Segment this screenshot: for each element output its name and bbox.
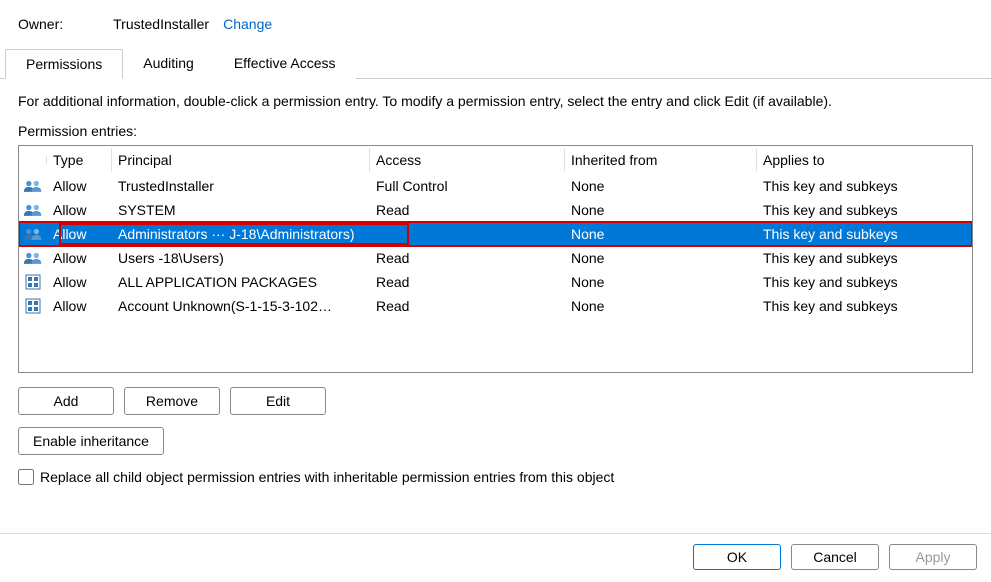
row-type: Allow xyxy=(47,272,112,292)
row-inherited: None xyxy=(565,296,757,316)
col-icon[interactable] xyxy=(19,156,47,164)
replace-child-label: Replace all child object permission entr… xyxy=(40,469,614,485)
change-owner-link[interactable]: Change xyxy=(223,16,272,32)
col-inherited[interactable]: Inherited from xyxy=(565,148,757,172)
row-access xyxy=(370,232,565,236)
col-access[interactable]: Access xyxy=(370,148,565,172)
owner-label: Owner: xyxy=(18,16,63,32)
row-icon xyxy=(19,250,47,266)
tab-effective-access[interactable]: Effective Access xyxy=(214,49,356,79)
row-principal: ALL APPLICATION PACKAGES xyxy=(112,272,370,292)
row-access: Full Control xyxy=(370,176,565,196)
row-type: Allow xyxy=(47,248,112,268)
row-applies: This key and subkeys xyxy=(757,224,972,244)
row-access: Read xyxy=(370,296,565,316)
table-row[interactable]: AllowUsers -18\Users)ReadNoneThis key an… xyxy=(19,246,972,270)
row-type: Allow xyxy=(47,224,112,244)
apply-button[interactable]: Apply xyxy=(889,544,977,570)
users-icon xyxy=(23,202,43,218)
add-button[interactable]: Add xyxy=(18,387,114,415)
cancel-button[interactable]: Cancel xyxy=(791,544,879,570)
row-inherited: None xyxy=(565,248,757,268)
row-principal: Account Unknown(S-1-15-3-102… xyxy=(112,296,370,316)
row-inherited: None xyxy=(565,200,757,220)
row-icon xyxy=(19,298,47,314)
row-applies: This key and subkeys xyxy=(757,176,972,196)
tab-auditing[interactable]: Auditing xyxy=(123,49,214,79)
table-row[interactable]: AllowALL APPLICATION PACKAGESReadNoneThi… xyxy=(19,270,972,294)
users-icon xyxy=(23,178,43,194)
table-row[interactable]: AllowSYSTEMReadNoneThis key and subkeys xyxy=(19,198,972,222)
ok-button[interactable]: OK xyxy=(693,544,781,570)
row-principal: Users -18\Users) xyxy=(112,248,370,268)
row-inherited: None xyxy=(565,272,757,292)
row-applies: This key and subkeys xyxy=(757,248,972,268)
entries-label: Permission entries: xyxy=(18,123,973,139)
col-principal[interactable]: Principal xyxy=(112,148,370,172)
row-icon xyxy=(19,178,47,194)
users-icon xyxy=(23,226,43,242)
row-icon xyxy=(19,274,47,290)
users-icon xyxy=(23,250,43,266)
grid-icon xyxy=(23,298,43,314)
tab-permissions[interactable]: Permissions xyxy=(5,49,123,79)
row-access: Read xyxy=(370,200,565,220)
row-icon xyxy=(19,202,47,218)
row-inherited: None xyxy=(565,176,757,196)
row-type: Allow xyxy=(47,200,112,220)
row-principal: SYSTEM xyxy=(112,200,370,220)
row-access: Read xyxy=(370,272,565,292)
row-type: Allow xyxy=(47,296,112,316)
row-type: Allow xyxy=(47,176,112,196)
owner-value: TrustedInstaller xyxy=(113,16,209,32)
row-principal: TrustedInstaller xyxy=(112,176,370,196)
grid-header: Type Principal Access Inherited from App… xyxy=(19,146,972,174)
row-icon xyxy=(19,226,47,242)
instructions-text: For additional information, double-click… xyxy=(18,93,973,109)
permission-entries-grid[interactable]: Type Principal Access Inherited from App… xyxy=(18,145,973,373)
row-applies: This key and subkeys xyxy=(757,296,972,316)
col-applies[interactable]: Applies to xyxy=(757,148,972,172)
enable-inheritance-button[interactable]: Enable inheritance xyxy=(18,427,164,455)
row-principal: Administrators ··· J-18\Administrators) xyxy=(112,224,370,244)
table-row[interactable]: AllowAdministrators ··· J-18\Administrat… xyxy=(19,222,972,246)
row-inherited: None xyxy=(565,224,757,244)
row-access: Read xyxy=(370,248,565,268)
edit-button[interactable]: Edit xyxy=(230,387,326,415)
row-applies: This key and subkeys xyxy=(757,200,972,220)
row-applies: This key and subkeys xyxy=(757,272,972,292)
table-row[interactable]: AllowTrustedInstallerFull ControlNoneThi… xyxy=(19,174,972,198)
col-type[interactable]: Type xyxy=(47,148,112,172)
table-row[interactable]: AllowAccount Unknown(S-1-15-3-102…ReadNo… xyxy=(19,294,972,318)
grid-icon xyxy=(23,274,43,290)
replace-child-checkbox[interactable] xyxy=(18,469,34,485)
tab-bar: Permissions Auditing Effective Access xyxy=(0,48,991,79)
remove-button[interactable]: Remove xyxy=(124,387,220,415)
